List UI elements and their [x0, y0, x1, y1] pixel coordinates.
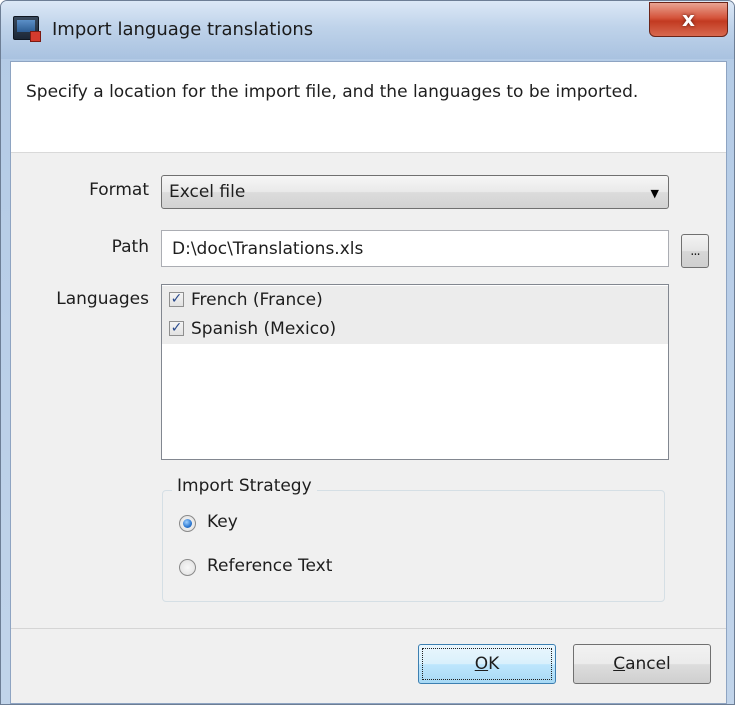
language-label: French (France): [191, 290, 323, 310]
radio-reference-text[interactable]: [179, 559, 196, 576]
import-strategy-group: [162, 490, 665, 602]
ok-label-rest: K: [488, 654, 500, 674]
languages-list[interactable]: ✓ French (France) ✓ Spanish (Mexico): [161, 284, 669, 460]
radio-key[interactable]: [179, 515, 196, 532]
radio-reference-text-label[interactable]: Reference Text: [207, 556, 332, 576]
import-strategy-title: Import Strategy: [172, 476, 317, 496]
checkmark-icon[interactable]: ✓: [169, 292, 184, 307]
dialog-window: Import language translations x Specify a…: [0, 0, 735, 705]
cancel-label-rest: ancel: [625, 654, 671, 674]
close-button[interactable]: x: [649, 2, 728, 37]
languages-label: Languages: [56, 289, 149, 309]
language-label: Spanish (Mexico): [191, 319, 337, 339]
dialog-header: Specify a location for the import file, …: [11, 62, 726, 153]
browse-button[interactable]: ...: [681, 234, 709, 268]
cancel-button[interactable]: Cancel: [573, 644, 711, 684]
ok-button[interactable]: OK: [418, 644, 556, 684]
ok-mnemonic: O: [474, 654, 489, 674]
list-item[interactable]: ✓ Spanish (Mexico): [162, 315, 668, 344]
format-label: Format: [89, 180, 149, 200]
format-selected-value: Excel file: [169, 182, 246, 202]
cancel-mnemonic: C: [613, 654, 626, 674]
checkmark-icon[interactable]: ✓: [169, 321, 184, 336]
list-item[interactable]: ✓ French (France): [162, 286, 668, 315]
radio-key-label[interactable]: Key: [207, 512, 238, 532]
window-title: Import language translations: [52, 19, 314, 40]
path-input[interactable]: D:\doc\Translations.xls: [161, 230, 669, 267]
dialog-client-area: Specify a location for the import file, …: [10, 61, 727, 704]
chevron-down-icon: ▼: [650, 187, 659, 200]
path-value: D:\doc\Translations.xls: [172, 239, 364, 259]
path-label: Path: [111, 237, 149, 257]
format-dropdown[interactable]: Excel file ▼: [161, 175, 669, 209]
instruction-text: Specify a location for the import file, …: [26, 82, 639, 102]
application-icon: [13, 16, 41, 42]
title-bar[interactable]: Import language translations x: [1, 1, 734, 59]
